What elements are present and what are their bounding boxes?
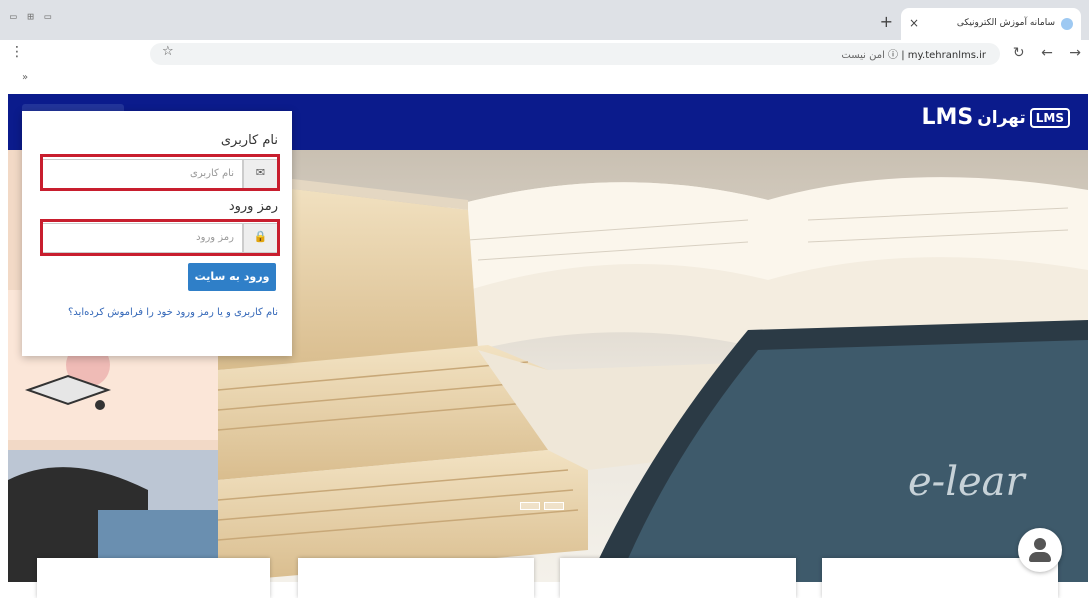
username-highlight xyxy=(40,154,280,191)
new-tab-button[interactable]: + xyxy=(880,12,893,31)
back-icon[interactable]: → xyxy=(1069,45,1081,61)
password-label: رمز ورود xyxy=(228,199,278,214)
window-controls[interactable]: ▭ ⊞ ▭ xyxy=(10,10,53,23)
login-popup: نام کاربری ✉ نام کاربری رمز ورود 🔒 رمز و… xyxy=(22,111,292,356)
security-label[interactable]: امن نیست xyxy=(841,50,884,61)
logo-farsi: تهران xyxy=(977,107,1026,128)
menu-icon[interactable]: ⋮ xyxy=(10,44,24,60)
bookmarks-overflow-icon[interactable]: » xyxy=(22,72,28,83)
user-icon-body xyxy=(1029,552,1051,562)
favicon-icon xyxy=(1061,18,1073,30)
info-icon[interactable]: ⓘ xyxy=(888,50,898,61)
password-highlight xyxy=(40,219,280,256)
forgot-password-link[interactable]: نام کاربری و یا رمز ورود خود را فراموش ک… xyxy=(68,307,278,318)
site-logo[interactable]: LMS تهران LMS xyxy=(921,105,1070,139)
tab-title: سامانه آموزش الکترونیکی xyxy=(956,18,1055,28)
slider-dots xyxy=(520,495,568,514)
browser-toolbar: ⋮ ☆ امن نیست ⓘ | my.tehranlms.ir ↻ ← → xyxy=(0,40,1089,68)
bookmarks-bar: » xyxy=(0,68,1089,94)
feature-card[interactable] xyxy=(560,558,796,598)
username-label: نام کاربری xyxy=(220,133,278,148)
slider-dot[interactable] xyxy=(544,502,564,510)
url-value: my.tehranlms.ir xyxy=(907,50,986,61)
browser-tab-strip: ▭ ⊞ ▭ + سامانه آموزش الکترونیکی × xyxy=(0,0,1089,40)
close-tab-icon[interactable]: × xyxy=(909,16,919,30)
address-bar[interactable]: ☆ امن نیست ⓘ | my.tehranlms.ir xyxy=(150,43,1000,65)
feature-card[interactable] xyxy=(37,558,270,598)
bookmark-star-icon[interactable]: ☆ xyxy=(162,44,174,59)
logo-badge: LMS xyxy=(1029,107,1070,128)
feature-card[interactable] xyxy=(298,558,534,598)
feature-cards xyxy=(0,558,1089,598)
user-icon-head xyxy=(1034,538,1046,550)
nav-buttons: ↻ ← → xyxy=(1001,45,1081,61)
url-text: امن نیست ⓘ | my.tehranlms.ir xyxy=(841,50,986,61)
tablet-text: e-lear xyxy=(908,459,1028,505)
login-submit-button[interactable]: ورود به سایت xyxy=(188,263,276,291)
slider-dot[interactable] xyxy=(520,502,540,510)
browser-tab[interactable]: سامانه آموزش الکترونیکی × xyxy=(901,8,1081,40)
forward-icon[interactable]: ← xyxy=(1041,45,1053,61)
logo-latin: LMS xyxy=(921,105,974,130)
support-chat-button[interactable] xyxy=(1018,528,1062,572)
reload-icon[interactable]: ↻ xyxy=(1013,45,1025,61)
